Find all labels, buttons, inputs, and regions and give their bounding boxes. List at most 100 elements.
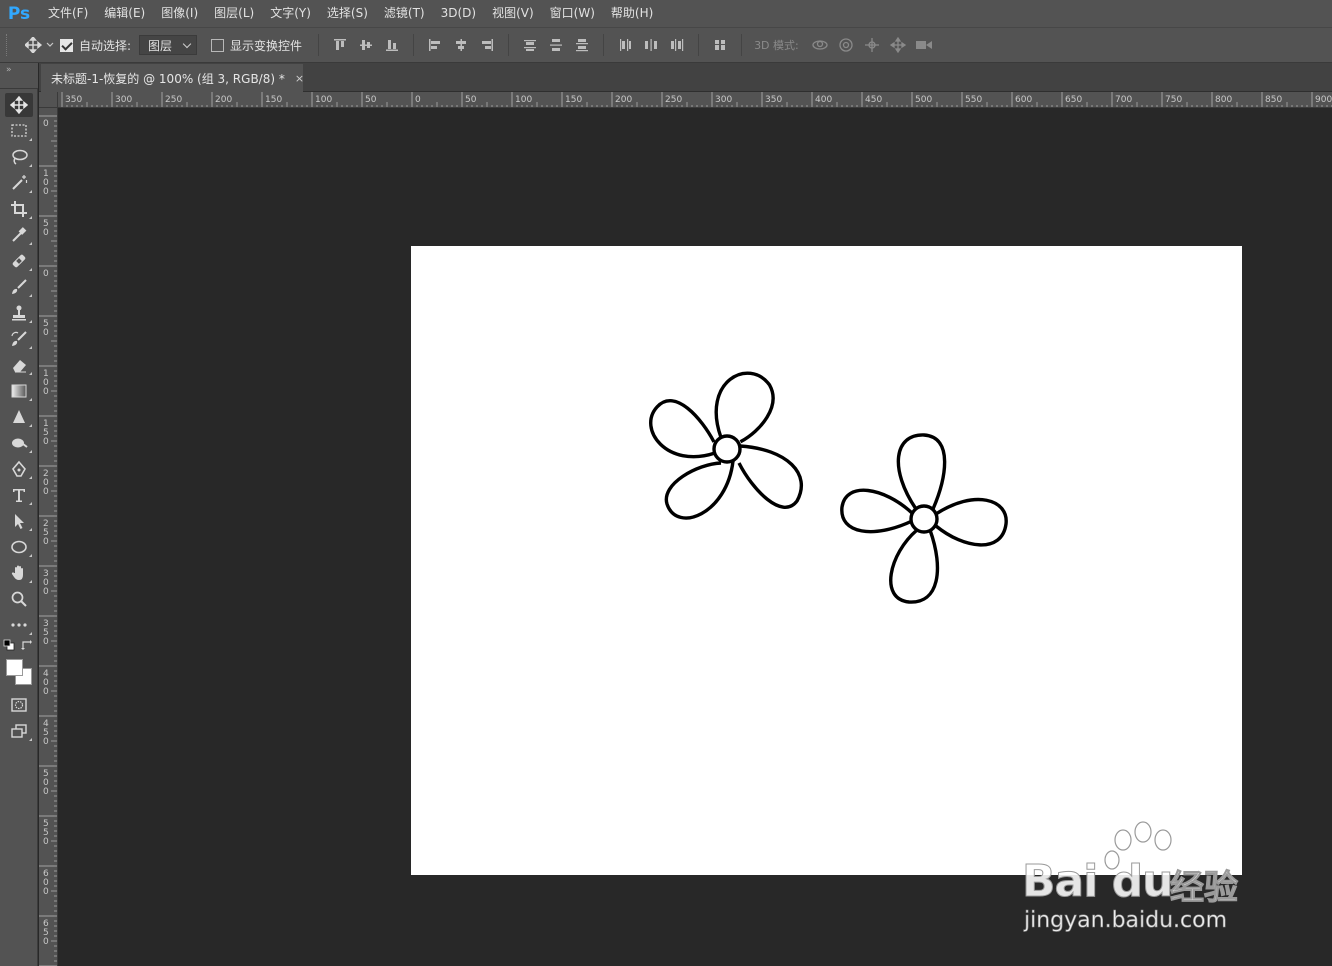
magic-wand-tool[interactable] — [5, 171, 33, 195]
menu-item-9[interactable]: 窗口(W) — [542, 0, 603, 27]
3d-slide-button[interactable] — [885, 33, 911, 57]
dodge-tool[interactable] — [5, 431, 33, 455]
3d-orbit-button[interactable] — [807, 33, 833, 57]
ruler-label: 50 — [43, 219, 49, 238]
show-transform-checkbox[interactable] — [211, 38, 225, 52]
zoom-icon — [11, 591, 27, 607]
horizontal-ruler[interactable]: 350 300 250 200 150 100 50 0 50 100 150 200 250 300 35… — [58, 92, 1332, 108]
hand-tool[interactable] — [5, 561, 33, 585]
menu-item-10[interactable]: 帮助(H) — [603, 0, 661, 27]
arrow-icon — [15, 514, 24, 529]
marquee-tool[interactable] — [5, 119, 33, 143]
healing-tool[interactable] — [5, 249, 33, 273]
auto-select-target-value: 图层 — [148, 38, 173, 53]
type-icon — [13, 489, 25, 502]
quick-mask-icon — [11, 698, 27, 712]
crop-tool[interactable] — [5, 197, 33, 221]
close-icon[interactable]: × — [295, 72, 304, 85]
flower-left — [649, 371, 804, 520]
distribute-right-button[interactable] — [664, 33, 690, 57]
menu-item-6[interactable]: 滤镜(T) — [376, 0, 433, 27]
ruler-label: 350 — [765, 95, 782, 105]
distribute-right-icon — [671, 39, 684, 51]
ruler-label: 500 — [43, 769, 49, 797]
align-right-button[interactable] — [474, 33, 500, 57]
toolbar-header[interactable]: » — [0, 63, 38, 89]
auto-align-icon — [715, 40, 726, 50]
more-tools[interactable] — [5, 613, 33, 637]
ruler-origin[interactable] — [39, 92, 58, 108]
stamp-tool[interactable] — [5, 301, 33, 325]
align-bottom-button[interactable] — [379, 33, 405, 57]
brush-icon — [12, 279, 27, 294]
path-select-tool[interactable] — [5, 509, 33, 533]
default-colors-button[interactable] — [2, 638, 16, 652]
auto-select-target-dropdown[interactable]: 图层 — [139, 35, 198, 55]
menu-item-4[interactable]: 文字(Y) — [262, 0, 319, 27]
ruler-label: 500 — [915, 95, 932, 105]
3d-roll-button[interactable] — [833, 33, 859, 57]
ruler-label: 50 — [365, 95, 377, 105]
swap-arrows-icon — [21, 640, 32, 650]
quick-mask-button[interactable] — [5, 693, 33, 717]
menu-item-8[interactable]: 视图(V) — [484, 0, 542, 27]
ruler-label: 550 — [43, 819, 49, 847]
distribute-hcenter-button[interactable] — [638, 33, 664, 57]
zoom-tool[interactable] — [5, 587, 33, 611]
ruler-label: 100 — [43, 369, 49, 397]
3d-scale-button[interactable] — [911, 33, 937, 57]
distribute-left-button[interactable] — [612, 33, 638, 57]
toolbar — [0, 89, 38, 966]
eraser-tool[interactable] — [5, 353, 33, 377]
rect-marquee-icon — [11, 124, 27, 137]
menu-item-0[interactable]: 文件(F) — [40, 0, 96, 27]
align-left-button[interactable] — [422, 33, 448, 57]
pen-icon — [12, 460, 26, 477]
flower-right-center — [909, 504, 939, 534]
menu-item-5[interactable]: 选择(S) — [319, 0, 376, 27]
options-bar: 自动选择: 图层 显示变换控件 3D 模式: — [0, 27, 1332, 63]
menu-item-2[interactable]: 图像(I) — [153, 0, 206, 27]
auto-select-label: 自动选择: — [79, 38, 132, 53]
move-tool[interactable] — [5, 93, 33, 117]
distribute-top-button[interactable] — [517, 33, 543, 57]
type-tool[interactable] — [5, 483, 33, 507]
ruler-label: 150 — [43, 419, 49, 447]
menu-item-3[interactable]: 图层(L) — [206, 0, 262, 27]
lasso-tool[interactable] — [5, 145, 33, 169]
distribute-bottom-button[interactable] — [569, 33, 595, 57]
eyedropper-tool[interactable] — [5, 223, 33, 247]
default-colors-icon — [3, 639, 15, 651]
move-tool-preset-button[interactable] — [20, 33, 60, 57]
swap-colors-button[interactable] — [20, 638, 34, 652]
align-top-button[interactable] — [327, 33, 353, 57]
menu-item-7[interactable]: 3D(D) — [433, 0, 484, 27]
screen-mode-button[interactable] — [5, 719, 33, 743]
menu-item-1[interactable]: 编辑(E) — [96, 0, 153, 27]
3d-pan-button[interactable] — [859, 33, 885, 57]
auto-select-checkbox[interactable] — [60, 38, 73, 52]
document-tab[interactable]: 未标题-1-恢复的 @ 100% (组 3, RGB/8) * × — [41, 64, 304, 92]
distribute-vcenter-button[interactable] — [543, 33, 569, 57]
align-hcenter-button[interactable] — [448, 33, 474, 57]
ellipse-tool[interactable] — [5, 535, 33, 559]
blur-tool[interactable] — [5, 405, 33, 429]
pen-tool[interactable] — [5, 457, 33, 481]
vertical-ruler[interactable]: 0100500501001502002503003504004505005506… — [39, 108, 58, 966]
document-canvas[interactable] — [411, 246, 1242, 875]
distribute-vcenter-icon — [550, 39, 563, 51]
3d-mode-label: 3D 模式: — [754, 39, 799, 52]
3d-slide-icon — [889, 37, 906, 53]
options-bar-grip[interactable] — [6, 34, 10, 56]
gradient-tool[interactable] — [5, 379, 33, 403]
align-vcenter-icon — [360, 40, 373, 50]
horizontal-ruler-ticks: 350 300 250 200 150 100 50 0 50 100 150 200 250 300 35… — [61, 92, 1332, 107]
auto-align-button[interactable] — [707, 33, 733, 57]
align-vcenter-button[interactable] — [353, 33, 379, 57]
history-brush-tool[interactable] — [5, 327, 33, 351]
brush-tool[interactable] — [5, 275, 33, 299]
ruler-label: 0 — [43, 119, 49, 129]
ruler-label: 0 — [415, 95, 421, 105]
foreground-color-swatch[interactable] — [6, 659, 23, 676]
align-hcenter-icon — [456, 39, 467, 51]
